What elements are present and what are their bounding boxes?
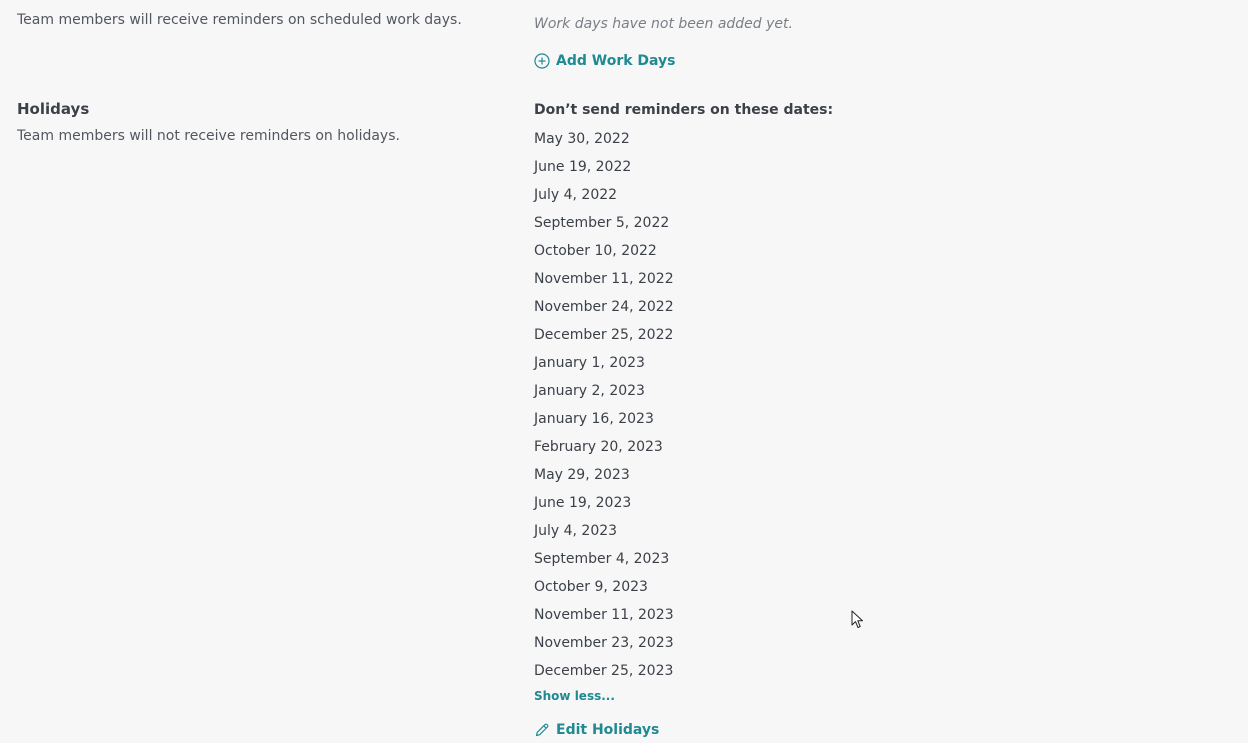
holiday-date-item: November 24, 2022 xyxy=(534,299,674,315)
edit-holidays-label: Edit Holidays xyxy=(556,722,660,738)
plus-circle-icon xyxy=(534,53,550,69)
holiday-date-item: October 9, 2023 xyxy=(534,579,648,595)
holiday-dates-title: Don’t send reminders on these dates: xyxy=(534,102,834,118)
work-days-description: Team members will receive reminders on s… xyxy=(17,12,462,28)
work-days-empty-note: Work days have not been added yet. xyxy=(534,16,793,32)
holiday-date-item: November 23, 2023 xyxy=(534,635,674,651)
holiday-date-item: June 19, 2022 xyxy=(534,159,632,175)
holiday-date-item: May 30, 2022 xyxy=(534,131,630,147)
add-work-days-button[interactable]: Add Work Days xyxy=(534,53,676,69)
holiday-date-item: July 4, 2022 xyxy=(534,187,618,203)
holiday-date-item: January 16, 2023 xyxy=(534,411,654,427)
holiday-date-item: May 29, 2023 xyxy=(534,467,630,483)
holiday-date-item: November 11, 2023 xyxy=(534,607,674,623)
holiday-date-item: November 11, 2022 xyxy=(534,271,674,287)
holiday-date-item: February 20, 2023 xyxy=(534,439,663,455)
holiday-date-item: September 4, 2023 xyxy=(534,551,670,567)
mouse-cursor-icon xyxy=(851,610,863,628)
holiday-date-item: September 5, 2022 xyxy=(534,215,670,231)
holiday-date-item: January 1, 2023 xyxy=(534,355,645,371)
holiday-date-item: December 25, 2023 xyxy=(534,663,674,679)
holiday-date-item: October 10, 2022 xyxy=(534,243,657,259)
holidays-title: Holidays xyxy=(17,100,90,118)
show-less-link[interactable]: Show less... xyxy=(534,689,615,703)
holiday-date-item: July 4, 2023 xyxy=(534,523,618,539)
edit-holidays-button[interactable]: Edit Holidays xyxy=(534,722,659,738)
add-work-days-label: Add Work Days xyxy=(556,53,676,69)
holiday-date-item: December 25, 2022 xyxy=(534,327,674,343)
holidays-description: Team members will not receive reminders … xyxy=(17,128,400,144)
reminder-settings-page: Team members will receive reminders on s… xyxy=(0,0,1248,743)
holiday-date-item: June 19, 2023 xyxy=(534,495,632,511)
holiday-date-list: May 30, 2022 June 19, 2022 July 4, 2022 Sep… xyxy=(534,130,674,690)
pencil-icon xyxy=(535,723,549,737)
holiday-date-item: January 2, 2023 xyxy=(534,383,645,399)
